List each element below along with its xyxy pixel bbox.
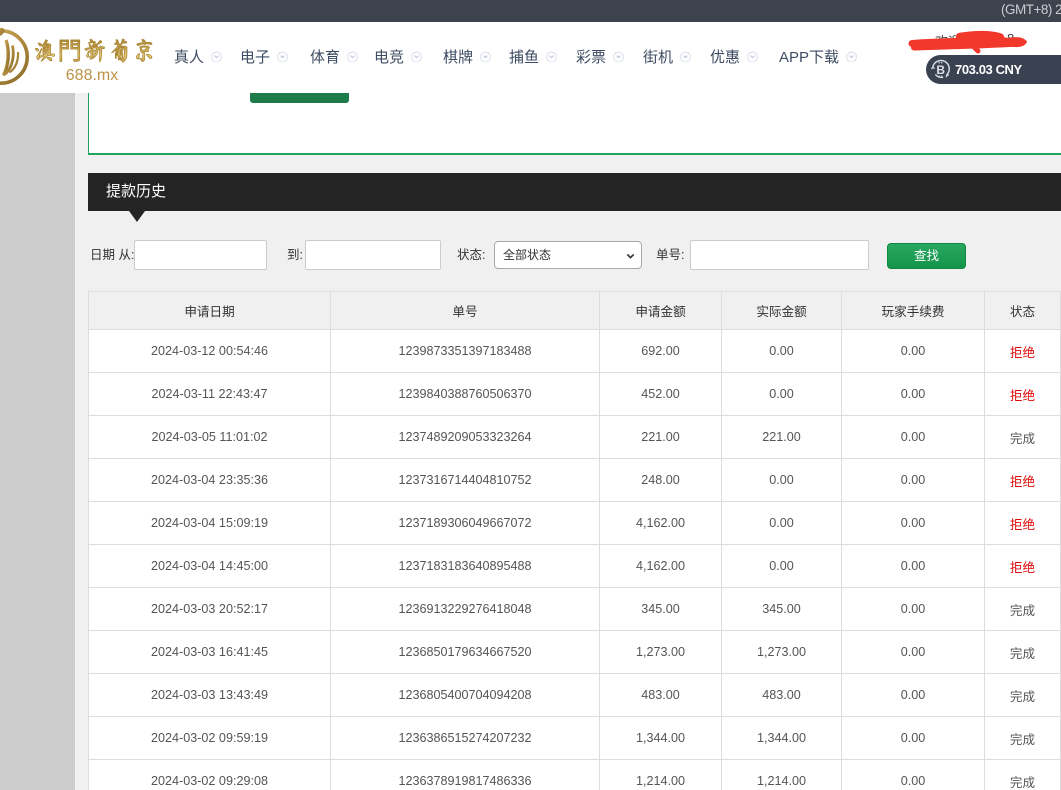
svg-text:B: B (936, 63, 945, 77)
